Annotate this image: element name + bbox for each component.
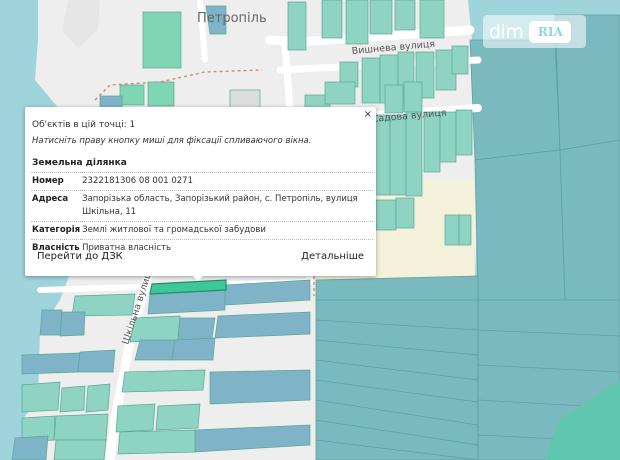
row-value: Землі житлової та громадської забудови [81,221,373,240]
table-row: Номер 2322181306 08 001 0271 [31,172,373,191]
watermark-badge: RIA [529,20,572,43]
village-label: Петропіль [197,11,267,26]
objects-count: Об'єктів в цій точці: 1 [32,120,136,130]
parcel-info-popup: × Об'єктів в цій точці: 1 Натисніть прав… [25,107,376,276]
goto-dzk-link[interactable]: Перейти до ДЗК [37,251,123,262]
row-value: 2322181306 08 001 0271 [81,172,373,191]
row-key: Номер [31,172,82,191]
popup-pointer [185,268,211,281]
parcel-info-table: Номер 2322181306 08 001 0271 Адреса Запо… [31,172,373,257]
close-icon[interactable]: × [364,109,372,120]
popup-hint: Натисніть праву кнопку миші для фіксації… [32,136,312,146]
popup-heading: Земельна ділянка [32,158,127,168]
table-row: Категорія Землі житлової та громадської … [31,221,373,240]
watermark-text: dim [489,20,524,43]
row-key: Категорія [31,221,82,240]
details-link[interactable]: Детальніше [301,251,364,262]
table-row: Адреса Запорізька область, Запорізький р… [31,190,373,222]
row-key: Адреса [31,190,82,222]
row-value: Запорізька область, Запорізький район, с… [81,190,373,222]
dimria-watermark: dim RIA [483,15,586,48]
